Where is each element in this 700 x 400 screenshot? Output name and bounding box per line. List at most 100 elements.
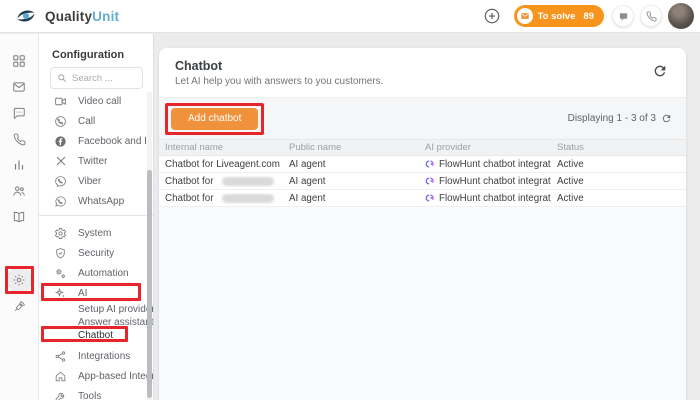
configuration-sidebar: Configuration Video callCallFacebook and… bbox=[39, 34, 154, 400]
calls-button[interactable] bbox=[640, 5, 662, 27]
sidebar-item-label: Setup AI provider bbox=[78, 304, 154, 315]
sidebar-item-whatsapp[interactable]: WhatsApp bbox=[39, 191, 153, 211]
public-name-cell: AI agent bbox=[283, 159, 419, 170]
main-content: Chatbot Let AI help you with answers to … bbox=[154, 34, 700, 400]
internal-name-cell: Chatbot for Liveagent.com bbox=[159, 159, 283, 170]
sidebar-item-label: Facebook and Ins... bbox=[78, 136, 154, 147]
sidebar-item-call[interactable]: Call bbox=[39, 111, 153, 131]
chatbot-card: Chatbot Let AI help you with answers to … bbox=[159, 48, 686, 400]
chat-bubble-icon[interactable] bbox=[6, 100, 32, 126]
rocket-icon[interactable] bbox=[6, 293, 32, 319]
viber-icon bbox=[54, 175, 67, 188]
ai-icon bbox=[54, 287, 67, 300]
page-subtitle: Let AI help you with answers to you cust… bbox=[175, 76, 670, 87]
user-avatar[interactable] bbox=[668, 3, 694, 29]
sidebar-item-label: Chatbot bbox=[78, 330, 113, 341]
sidebar-item-automation[interactable]: Automation bbox=[39, 263, 153, 283]
sidebar-item-label: App-based Integr... bbox=[78, 371, 154, 382]
internal-name-text: Chatbot for Liveagent.com bbox=[165, 159, 280, 170]
pagination-refresh-icon[interactable] bbox=[661, 113, 672, 124]
sidebar-search[interactable] bbox=[50, 67, 143, 89]
sidebar-item-app-based-integr[interactable]: App-based Integr... bbox=[39, 366, 153, 386]
flowhunt-icon bbox=[425, 176, 435, 186]
sidebar-item-viber[interactable]: Viber bbox=[39, 171, 153, 191]
table-header: Internal namePublic nameAI providerStatu… bbox=[159, 139, 686, 156]
tools-icon bbox=[54, 390, 67, 400]
refresh-icon[interactable] bbox=[652, 63, 668, 79]
app-integrations-icon bbox=[54, 370, 67, 383]
ai-provider-text: FlowHunt chatbot integration - PAP bbox=[439, 193, 551, 204]
flowhunt-icon bbox=[425, 159, 435, 169]
sidebar-divider bbox=[39, 215, 153, 216]
table-body: Chatbot for Liveagent.comAI agentFlowHun… bbox=[159, 156, 686, 207]
ai-provider-cell: FlowHunt chatbot integration - PAP bbox=[419, 193, 551, 204]
sidebar-item-label: Automation bbox=[78, 268, 129, 279]
search-input[interactable] bbox=[72, 73, 134, 84]
internal-name-cell: Chatbot for bbox=[159, 193, 283, 204]
sidebar-item-label: Viber bbox=[78, 176, 101, 187]
status-cell: Active bbox=[551, 193, 686, 204]
table-empty-area bbox=[159, 207, 686, 400]
sidebar-item-integrations[interactable]: Integrations bbox=[39, 346, 153, 366]
internal-name-text: Chatbot for bbox=[165, 176, 213, 187]
sidebar-item-label: Twitter bbox=[78, 156, 107, 167]
to-solve-button[interactable]: To solve 89 bbox=[514, 5, 604, 27]
sidebar-item-label: System bbox=[78, 228, 111, 239]
video-call-icon bbox=[54, 95, 67, 108]
brand-logo[interactable]: QualityUnit bbox=[14, 4, 119, 28]
add-circle-icon[interactable] bbox=[482, 6, 502, 26]
status-cell: Active bbox=[551, 159, 686, 170]
system-icon bbox=[54, 227, 67, 240]
security-icon bbox=[54, 247, 67, 260]
column-header: Public name bbox=[283, 142, 419, 153]
search-icon bbox=[57, 73, 67, 83]
topbar-actions: To solve 89 bbox=[482, 3, 696, 29]
table-row[interactable]: Chatbot for AI agent FlowHunt chatbot inte… bbox=[159, 190, 686, 207]
table-row[interactable]: Chatbot for AI agentFlowHunt chatbot inte… bbox=[159, 173, 686, 190]
sidebar-scrollbar-thumb[interactable] bbox=[147, 170, 152, 398]
sidebar-item-tools[interactable]: Tools bbox=[39, 386, 153, 400]
sidebar-item-ai[interactable]: AI bbox=[39, 283, 153, 303]
table-row[interactable]: Chatbot for Liveagent.comAI agentFlowHun… bbox=[159, 156, 686, 173]
call-icon bbox=[54, 115, 67, 128]
ai-provider-cell: FlowHunt chatbot integration - LA bbox=[419, 159, 551, 170]
sidebar-item-label: Call bbox=[78, 116, 95, 127]
bar-chart-icon[interactable] bbox=[6, 152, 32, 178]
contacts-icon[interactable] bbox=[6, 178, 32, 204]
sidebar-item-answer-assistant[interactable]: Answer assistant bbox=[39, 316, 153, 329]
sidebar-item-twitter[interactable]: Twitter bbox=[39, 151, 153, 171]
messages-button[interactable] bbox=[612, 5, 634, 27]
mail-icon[interactable] bbox=[6, 74, 32, 100]
qualityunit-logo-icon bbox=[14, 4, 38, 28]
settings-gear-icon[interactable] bbox=[6, 267, 32, 293]
internal-name-text: Chatbot for bbox=[165, 193, 213, 204]
sidebar-item-chatbot[interactable]: Chatbot bbox=[39, 329, 153, 342]
page-title: Chatbot bbox=[175, 59, 670, 73]
sidebar-item-setup-ai-provider[interactable]: Setup AI provider bbox=[39, 303, 153, 316]
ai-provider-cell: FlowHunt chatbot integration - LA bbox=[419, 176, 551, 187]
to-solve-label: To solve bbox=[538, 11, 576, 22]
public-name-cell: AI agent bbox=[283, 193, 419, 204]
facebook-icon bbox=[54, 135, 67, 148]
add-chatbot-button[interactable]: Add chatbot bbox=[171, 108, 258, 130]
phone-icon[interactable] bbox=[6, 126, 32, 152]
column-header: Internal name bbox=[159, 142, 283, 153]
automation-icon bbox=[54, 267, 67, 280]
dashboard-grid-icon[interactable] bbox=[6, 48, 32, 74]
sidebar-item-system[interactable]: System bbox=[39, 223, 153, 243]
sidebar-item-facebook-and-ins[interactable]: Facebook and Ins... bbox=[39, 131, 153, 151]
primary-nav-rail bbox=[0, 34, 39, 400]
column-header: Status bbox=[551, 142, 686, 153]
column-header: AI provider bbox=[419, 142, 551, 153]
knowledge-book-icon[interactable] bbox=[6, 204, 32, 230]
sidebar-menu: Video call Call Facebook and Ins... Twitter… bbox=[39, 91, 153, 400]
sidebar-item-security[interactable]: Security bbox=[39, 243, 153, 263]
sidebar-item-video-call[interactable]: Video call bbox=[39, 91, 153, 111]
sidebar-item-label: Integrations bbox=[78, 351, 130, 362]
sidebar-item-label: Video call bbox=[78, 96, 121, 107]
to-solve-mail-icon bbox=[517, 8, 533, 24]
status-cell: Active bbox=[551, 176, 686, 187]
internal-name-cell: Chatbot for bbox=[159, 176, 283, 187]
public-name-cell: AI agent bbox=[283, 176, 419, 187]
sidebar-item-label: Tools bbox=[78, 391, 101, 400]
